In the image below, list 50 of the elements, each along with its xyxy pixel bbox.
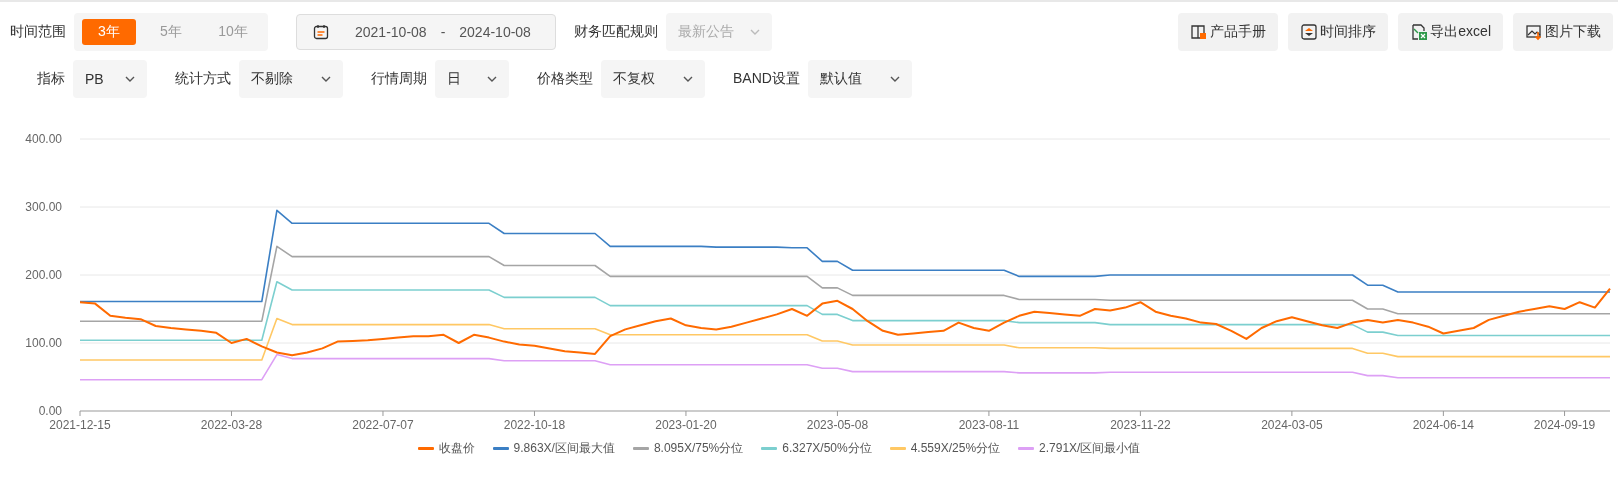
- sort-icon: [1300, 22, 1319, 41]
- toolbar-button[interactable]: 时间排序: [1288, 12, 1389, 51]
- filter-label: 价格类型: [537, 70, 593, 88]
- y-axis-label: 0.00: [38, 404, 62, 418]
- filter-dropdown[interactable]: 不复权: [601, 60, 705, 98]
- time-range-label: 时间范围: [10, 22, 66, 41]
- filter-dropdown[interactable]: 不剔除: [239, 60, 343, 98]
- toolbar-button[interactable]: 产品手册: [1178, 12, 1279, 51]
- match-rule-label: 财务匹配规则: [574, 22, 658, 41]
- x-axis-label: 2022-07-07: [352, 418, 414, 432]
- chevron-icon: [125, 76, 135, 82]
- x-axis-label: 2024-03-05: [1261, 418, 1323, 432]
- legend-label[interactable]: 9.863X/区间最大值: [513, 440, 615, 457]
- y-axis-label: 200.00: [25, 268, 62, 282]
- y-axis-label: 300.00: [25, 200, 62, 214]
- x-axis-label: 2023-11-22: [1110, 418, 1171, 432]
- image-icon: [1525, 22, 1543, 41]
- filter-dropdown[interactable]: 日: [435, 60, 509, 98]
- chevron-icon: [750, 28, 760, 35]
- x-axis-label: 2024-06-14: [1412, 418, 1475, 432]
- book-icon: [1190, 22, 1209, 41]
- spreadsheet-icon: [1410, 22, 1429, 41]
- x-axis-label: 2023-05-08: [806, 418, 869, 432]
- date-range-field[interactable]: 2021-10-08 - 2024-10-08: [296, 13, 556, 50]
- x-axis-label: 2022-10-18: [503, 418, 566, 432]
- x-axis-label: 2024-09-19: [1533, 418, 1596, 432]
- filter-label: 行情周期: [371, 70, 427, 88]
- toolbar-button[interactable]: 导出excel: [1398, 12, 1503, 51]
- x-axis-label: 2021-12-15: [49, 418, 111, 432]
- legend-label[interactable]: 6.327X/50%分位: [782, 440, 872, 457]
- legend-label[interactable]: 收盘价: [438, 440, 475, 457]
- x-axis-label: 2023-08-11: [958, 418, 1020, 432]
- x-axis-label: 2022-03-28: [200, 418, 263, 432]
- filter-label: BAND设置: [733, 70, 800, 88]
- legend-label[interactable]: 2.791X/区间最小值: [1039, 440, 1141, 457]
- filter-dropdown[interactable]: 默认值: [807, 60, 912, 98]
- legend-label[interactable]: 8.095X/75%分位: [653, 440, 744, 457]
- y-axis-label: 400.00: [25, 132, 62, 146]
- filter-dropdown[interactable]: PB: [73, 60, 147, 98]
- chevron-icon: [487, 76, 497, 82]
- x-axis-label: 2023-01-20: [655, 418, 717, 432]
- legend-label[interactable]: 4.559X/25%分位: [910, 440, 1001, 457]
- chevron-icon: [321, 76, 331, 82]
- filter-label: 统计方式: [175, 70, 231, 88]
- chevron-icon: [683, 76, 693, 82]
- chevron-icon: [889, 76, 900, 82]
- filter-label: 指标: [37, 70, 65, 88]
- calendar-icon: [313, 23, 329, 40]
- toolbar-button[interactable]: 图片下载: [1513, 12, 1613, 51]
- y-axis-label: 100.00: [25, 336, 62, 350]
